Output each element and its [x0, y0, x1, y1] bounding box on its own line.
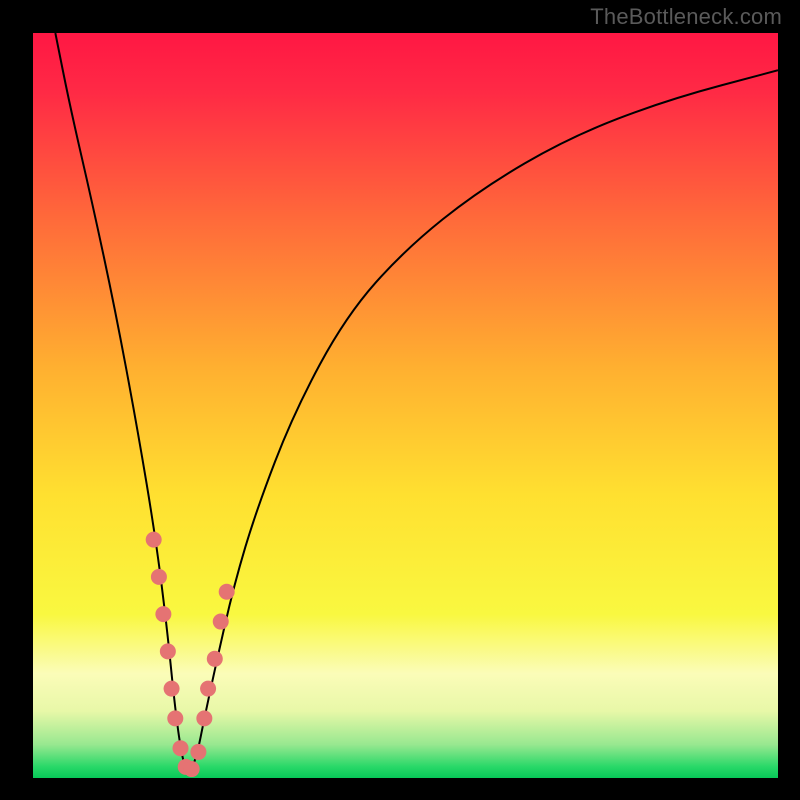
marker-point — [200, 681, 216, 697]
watermark-text: TheBottleneck.com — [590, 4, 782, 30]
marker-point — [146, 532, 162, 548]
marker-point — [190, 744, 206, 760]
marker-point — [167, 710, 183, 726]
bottleneck-curve — [55, 33, 778, 773]
marker-point — [184, 761, 200, 777]
marker-point — [160, 643, 176, 659]
marker-point — [219, 584, 235, 600]
curve-layer — [33, 33, 778, 778]
marker-point — [207, 651, 223, 667]
plot-area — [33, 33, 778, 778]
marker-point — [164, 681, 180, 697]
marker-point — [196, 710, 212, 726]
marker-point — [155, 606, 171, 622]
marker-point — [151, 569, 167, 585]
marker-point — [173, 740, 189, 756]
marker-point — [213, 614, 229, 630]
chart-container: TheBottleneck.com — [0, 0, 800, 800]
